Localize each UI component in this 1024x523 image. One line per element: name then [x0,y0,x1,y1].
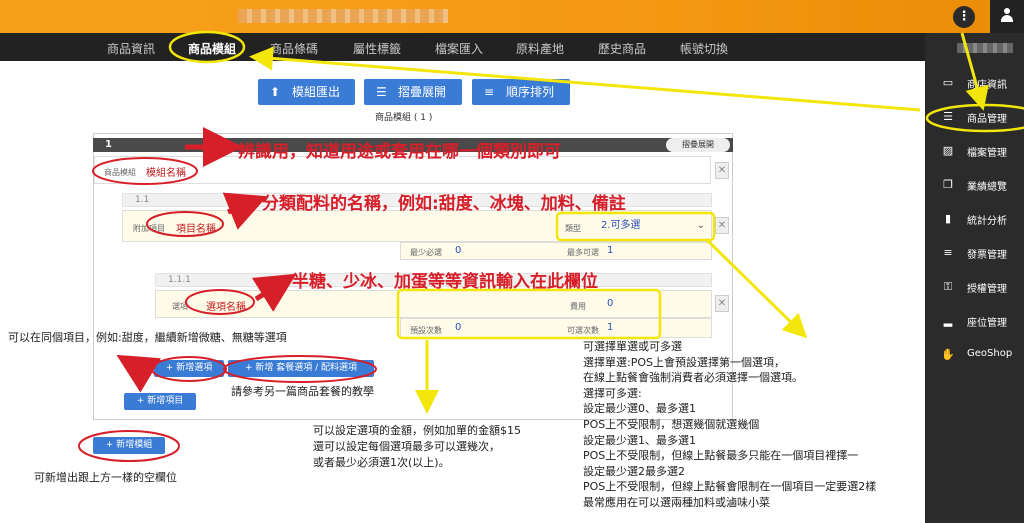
sidebar-item-geoshop[interactable]: ✋ GeoShop [925,340,1024,370]
tab-bar: 商品資訊 商品模組 商品條碼 屬性標籤 檔案匯入 原料產地 歷史商品 帳號切換 [0,33,925,61]
image-icon: ▨ [942,144,954,157]
annotation-option-name: 半糖、少冰、加蛋等等資訊輸入在此欄位 [292,272,598,292]
store-icon: ▭ [942,76,954,89]
sidebar-item-authorization[interactable]: ⚿ 授權管理 [925,272,1024,302]
seat-icon: ▂ [943,314,953,327]
tab-product-module[interactable]: 商品模組 [188,40,236,57]
user-icon [1001,8,1013,24]
upload-icon: ⬆ [270,85,281,99]
price-label: 費用 [570,302,586,311]
note-add-option: 可以在同個項目，例如:甜度，繼續新增微糖、無糖等選項 [8,331,287,344]
option-count-row [400,318,712,338]
annotation-module-name: 辨識用，知道用途或套用在哪一個類別即可 [238,142,561,162]
add-item-button[interactable]: + 新增項目 [124,393,196,410]
module-name-input[interactable]: 模組名稱 [146,164,186,179]
sidebar-item-file-management[interactable]: ▨ 檔案管理 [925,136,1024,166]
note-type: 可選擇單選或可多選 選擇單選:POS上會預設選擇第一個選項， 在線上點餐會強制消… [583,340,877,509]
list-icon: ☰ [943,110,953,123]
delete-item-button[interactable]: ✕ [715,217,729,234]
more-options-icon[interactable]: ⋮ [953,6,975,28]
sidebar-item-product-management[interactable]: ☰ 商品管理 [925,102,1024,132]
note-add-module: 可新增出跟上方一樣的空欄位 [34,471,177,484]
option-name-input[interactable]: 選項名稱 [206,298,246,313]
note-combo-reference: 請參考另一篇商品套餐的教學 [231,385,374,398]
add-module-button[interactable]: + 新增模組 [93,437,165,454]
item-type-label: 類型 [565,224,581,233]
key-icon: ⚿ [943,280,953,293]
price-input[interactable]: 0 [607,298,613,309]
tab-history-products[interactable]: 歷史商品 [598,40,646,57]
delete-module-button[interactable]: ✕ [715,162,729,179]
receipt-icon: ≡ [943,246,953,259]
min-select-input[interactable]: 0 [455,245,461,256]
account-name-blurred [957,43,1013,53]
item-minmax-row [400,242,712,260]
sort-order-button[interactable]: ≡ 順序排列 [472,79,570,105]
store-name-blurred [238,9,448,23]
max-count-input[interactable]: 1 [607,322,613,333]
item-label: 附加項目 [133,224,165,233]
add-option-button[interactable]: + 新增選項 [154,360,224,377]
option-label: 選項 [172,302,188,311]
item-name-input[interactable]: 項目名稱 [176,220,216,235]
tab-switch-account[interactable]: 帳號切換 [680,40,728,57]
list-icon: ☰ [376,85,387,99]
tab-product-info[interactable]: 商品資訊 [107,40,155,57]
sidebar-item-seating[interactable]: ▂ 座位管理 [925,306,1024,336]
min-select-label: 最少必選 [410,248,442,257]
user-menu-button[interactable] [990,0,1024,33]
export-module-button[interactable]: ⬆ 模組匯出 [258,79,355,105]
max-select-label: 最多可選 [567,248,599,257]
bar-chart-icon: ▮ [944,212,952,225]
tab-file-import[interactable]: 檔案匯入 [435,40,483,57]
sidebar-item-invoice[interactable]: ≡ 發票管理 [925,238,1024,268]
max-count-label: 可選次數 [567,326,599,335]
module-count: 商品模組 ( 1 ) [375,113,433,123]
tab-origin[interactable]: 原料產地 [516,40,564,57]
hand-icon: ✋ [941,348,955,361]
item-type-select[interactable]: 2.可多選 ⌄ [601,217,711,235]
sidebar: ▭ 商店資訊 ☰ 商品管理 ▨ 檔案管理 ❐ 業績總覽 ▮ 統計分析 ≡ 發票管理 ⚿ 授權管… [925,33,1024,523]
sidebar-item-statistics[interactable]: ▮ 統計分析 [925,204,1024,234]
sidebar-item-store-info[interactable]: ▭ 商店資訊 [925,68,1024,98]
module-name-label: 商品模組 [104,168,136,177]
module-collapse-button[interactable]: 摺疊展開 [666,138,730,152]
add-combo-option-button[interactable]: + 新增 套餐選項 / 配料選項 [228,360,374,377]
tab-attribute-tags[interactable]: 屬性標籤 [353,40,401,57]
top-bar: ⋮ [0,0,1024,33]
annotation-item-name: 分類配料的名稱，例如:甜度、冰塊、加料、備註 [262,194,626,214]
copy-icon: ❐ [943,178,953,191]
sort-icon: ≡ [484,85,495,99]
tab-barcode[interactable]: 商品條碼 [270,40,318,57]
default-count-input[interactable]: 0 [455,322,461,333]
max-select-input[interactable]: 1 [607,245,613,256]
sidebar-item-sales-overview[interactable]: ❐ 業績總覽 [925,170,1024,200]
delete-option-button[interactable]: ✕ [715,295,729,312]
chevron-down-icon: ⌄ [696,220,705,231]
collapse-expand-button[interactable]: ☰ 摺疊展開 [364,79,462,105]
default-count-label: 預設次數 [410,326,442,335]
note-price: 可以設定選項的金額，例如加單的金額$15 還可以設定每個選項最多可以選幾次， 或… [313,424,521,469]
